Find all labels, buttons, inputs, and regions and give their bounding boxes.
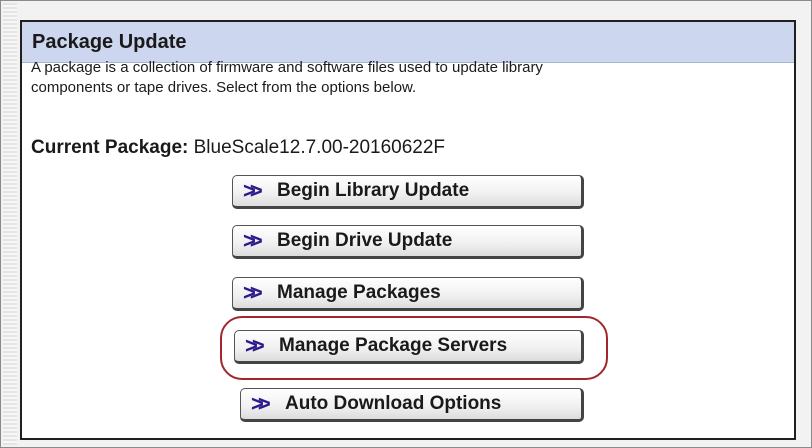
- description-line-2: components or tape drives. Select from t…: [31, 79, 417, 96]
- button-label: Begin Library Update: [277, 180, 470, 201]
- scroll-gutter: [3, 3, 17, 445]
- panel-header: Package Update: [22, 22, 794, 63]
- begin-library-update-button[interactable]: >> Begin Library Update: [232, 175, 584, 209]
- button-label: Begin Drive Update: [277, 230, 453, 251]
- double-chevron-right-icon: >>: [243, 228, 263, 253]
- double-chevron-right-icon: >>: [251, 391, 271, 416]
- current-package-row: Current Package: BlueScale12.7.00-201606…: [31, 137, 445, 159]
- current-package-label: Current Package:: [31, 137, 189, 158]
- begin-drive-update-button[interactable]: >> Begin Drive Update: [232, 225, 584, 259]
- button-label: Auto Download Options: [285, 393, 502, 414]
- double-chevron-right-icon: >>: [243, 178, 263, 203]
- manage-package-servers-button[interactable]: >> Manage Package Servers: [234, 330, 584, 364]
- auto-download-options-button[interactable]: >> Auto Download Options: [240, 388, 584, 422]
- double-chevron-right-icon: >>: [243, 280, 263, 305]
- panel-title: Package Update: [32, 31, 187, 53]
- description-line-1: A package is a collection of firmware an…: [31, 59, 543, 76]
- double-chevron-right-icon: >>: [245, 333, 265, 358]
- panel-description: A package is a collection of firmware an…: [31, 58, 731, 98]
- button-label: Manage Packages: [277, 282, 441, 303]
- current-package-value: BlueScale12.7.00-20160622F: [193, 137, 446, 158]
- manage-packages-button[interactable]: >> Manage Packages: [232, 277, 584, 311]
- button-label: Manage Package Servers: [279, 335, 508, 356]
